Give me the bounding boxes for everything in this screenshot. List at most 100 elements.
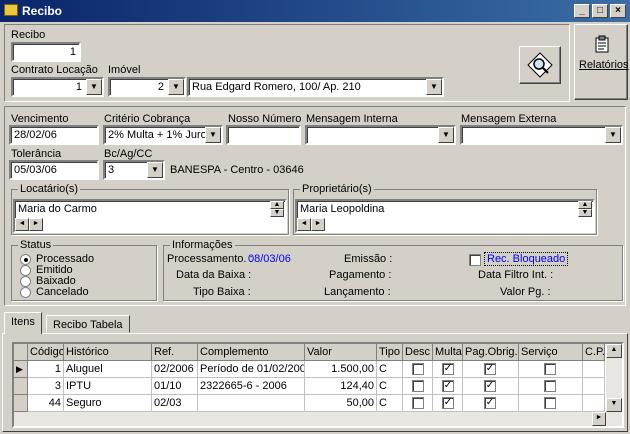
chevron-down-icon[interactable]: ▼ [605,127,621,143]
criterio-combo[interactable]: 2% Multa + 1% Juros ▼ [103,125,223,145]
scroll-down-icon[interactable]: ▼ [270,209,284,217]
column-header[interactable]: Complemento [198,344,305,361]
status-radio-cancelado[interactable] [20,287,31,298]
table-cell[interactable]: C [377,395,403,412]
column-header[interactable]: Tipo [377,344,403,361]
table-cell[interactable]: 44 [28,395,64,412]
contrato-combo[interactable]: 1 ▼ [11,77,104,97]
criterio-value: 2% Multa + 1% Juros [108,129,213,141]
scroll-left-icon[interactable]: ◄ [297,218,311,231]
status-radio-processado[interactable] [20,254,31,265]
table-cell[interactable]: 02/2006 [152,361,198,378]
mensagem-externa-combo[interactable]: ▼ [460,125,623,145]
table-cell[interactable]: 124,40 [305,378,377,395]
table-cell[interactable] [583,378,605,395]
relatorios-button[interactable]: Relatórios [574,24,629,100]
table-cell[interactable] [583,395,605,412]
contrato-value: 1 [75,81,82,93]
desc-checkbox[interactable] [412,397,424,409]
scroll-right-icon[interactable]: ► [592,412,606,426]
servico-checkbox[interactable] [544,397,556,409]
chevron-down-icon[interactable]: ▼ [147,162,163,178]
column-header[interactable]: Pag.Obrig. [463,344,519,361]
chevron-down-icon[interactable]: ▼ [438,127,454,143]
table-cell[interactable]: C [377,361,403,378]
table-cell[interactable]: Período de 01/02/200 [198,361,305,378]
mensagem-interna-combo[interactable]: ▼ [305,125,456,145]
vencimento-field[interactable]: 28/02/06 [9,125,99,145]
scroll-right-icon[interactable]: ► [29,218,43,231]
column-header[interactable]: Código [28,344,64,361]
nosso-numero-field[interactable] [226,125,301,145]
servico-checkbox[interactable] [544,380,556,392]
title-bar[interactable]: Recibo _ □ × [0,0,630,22]
scroll-down-icon[interactable]: ▼ [578,209,592,217]
column-header[interactable]: Histórico [64,344,152,361]
scroll-right-icon[interactable]: ► [311,218,325,231]
table-cell[interactable]: 1 [28,361,64,378]
table-cell[interactable] [583,361,605,378]
multa-checkbox[interactable]: ✓ [442,397,454,409]
tab-recibo-tabela[interactable]: Recibo Tabela [46,315,130,333]
tab-itens[interactable]: Itens [4,312,42,334]
contrato-label: Contrato Locação [11,64,98,76]
proprietario-value: Maria Leopoldina [300,203,385,215]
chevron-down-icon[interactable]: ▼ [426,79,442,95]
maximize-button[interactable]: □ [592,4,608,18]
table-cell: ✓ [463,378,519,395]
locatario-field[interactable]: Maria do Carmo [13,199,287,233]
imovel-address-combo[interactable]: Rua Edgard Romero, 100/ Ap. 210 ▼ [187,77,444,97]
status-radio-emitido[interactable] [20,265,31,276]
scroll-up-icon[interactable]: ▲ [270,201,284,209]
row-indicator [14,395,28,412]
desc-checkbox[interactable] [412,363,424,375]
table-cell[interactable]: IPTU [64,378,152,395]
relatorios-label: Relatórios [579,59,629,71]
scroll-up-icon[interactable]: ▲ [606,344,622,358]
table-cell[interactable]: Seguro [64,395,152,412]
pag-obrig-checkbox[interactable]: ✓ [484,380,496,392]
column-header[interactable]: Desc [403,344,433,361]
table-cell[interactable]: 02/03 [152,395,198,412]
bcag-combo[interactable]: 3 ▼ [103,160,165,180]
tipo-baixa-label: Tipo Baixa : [193,286,251,298]
servico-checkbox[interactable] [544,363,556,375]
rec-bloqueado-label[interactable]: Rec. Bloqueado [484,252,569,266]
column-header[interactable]: C.P. [583,344,605,361]
close-button[interactable]: × [610,4,626,18]
scroll-down-icon[interactable]: ▼ [606,398,622,412]
search-document-button[interactable] [519,46,561,84]
rec-bloqueado-checkbox[interactable] [469,254,481,266]
column-header[interactable]: Ref. [152,344,198,361]
pag-obrig-checkbox[interactable]: ✓ [484,397,496,409]
table-cell[interactable]: 1.500,00 [305,361,377,378]
recibo-field[interactable]: 1 [11,42,81,62]
status-radio-baixado[interactable] [20,276,31,287]
app-icon [4,4,18,16]
scroll-left-icon[interactable]: ◄ [15,218,29,231]
chevron-down-icon[interactable]: ▼ [86,79,102,95]
chevron-down-icon[interactable]: ▼ [168,79,184,95]
horizontal-scrollbar[interactable]: ► [14,412,622,426]
items-table[interactable]: Código Histórico Ref. Complemento Valor … [12,342,624,428]
proprietario-field[interactable]: Maria Leopoldina [295,199,595,233]
table-cell[interactable]: C [377,378,403,395]
imovel-combo[interactable]: 2 ▼ [108,77,186,97]
column-header[interactable]: Serviço [519,344,583,361]
table-cell[interactable]: 2322665-6 - 2006 [198,378,305,395]
column-header[interactable]: Valor [305,344,377,361]
table-cell[interactable]: 01/10 [152,378,198,395]
table-cell[interactable]: 50,00 [305,395,377,412]
minimize-button[interactable]: _ [574,4,590,18]
chevron-down-icon[interactable]: ▼ [205,127,221,143]
desc-checkbox[interactable] [412,380,424,392]
scroll-up-icon[interactable]: ▲ [578,201,592,209]
table-cell[interactable]: 3 [28,378,64,395]
multa-checkbox[interactable]: ✓ [442,380,454,392]
table-cell[interactable] [198,395,305,412]
table-cell[interactable]: Aluguel [64,361,152,378]
tolerancia-field[interactable]: 05/03/06 [9,160,99,180]
pag-obrig-checkbox[interactable]: ✓ [484,363,496,375]
column-header[interactable]: Multa [433,344,463,361]
multa-checkbox[interactable]: ✓ [442,363,454,375]
